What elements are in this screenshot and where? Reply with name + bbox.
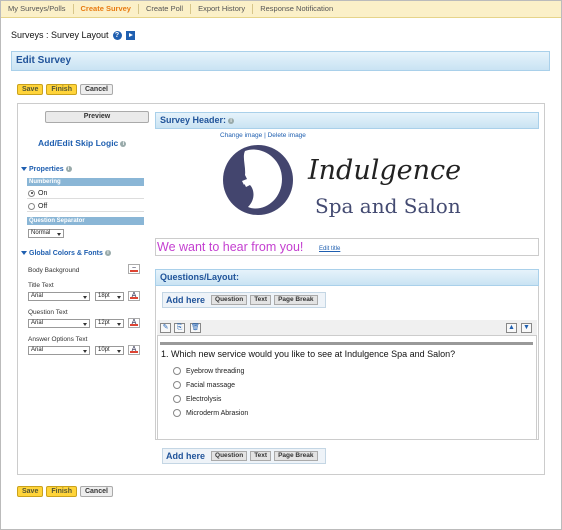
logo-script-text: Indulgence [307, 155, 461, 186]
save-button[interactable]: Save [17, 84, 44, 95]
skip-logic-link[interactable]: Add/Edit Skip Logic i [38, 138, 127, 148]
answer-radio[interactable] [173, 409, 181, 417]
info-icon: i [65, 166, 72, 173]
info-icon: i [120, 140, 127, 147]
properties-label: Properties [29, 166, 64, 173]
radio-on[interactable] [28, 189, 35, 197]
tab-response-notification[interactable]: Response Notification [253, 4, 340, 14]
answer-label: Eyebrow threading [186, 367, 245, 375]
answer-option[interactable]: Microderm Abrasion [172, 409, 248, 417]
answer-option[interactable]: Facial massage [172, 381, 235, 389]
separator-select[interactable]: Normal [28, 229, 64, 238]
survey-header-label: Survey Header: [160, 115, 227, 125]
question-text: 1. Which new service would you like to s… [161, 349, 456, 359]
body-background-label: Body Background [28, 267, 80, 274]
numbering-off-option[interactable]: Off [27, 201, 144, 212]
edit-icon[interactable]: ✎ [160, 323, 171, 333]
numbering-label: Numbering [27, 178, 144, 186]
add-here-toolbar-bottom: Add here Question Text Page Break [162, 448, 326, 464]
answer-radio[interactable] [173, 395, 181, 403]
answer-label: Microderm Abrasion [186, 409, 249, 417]
video-icon[interactable] [125, 30, 135, 40]
edit-title-link[interactable]: Edit title [319, 246, 340, 252]
tab-my-surveys[interactable]: My Surveys/Polls [1, 4, 74, 14]
delete-image-link[interactable]: Delete image [268, 132, 306, 139]
link-separator: | [264, 132, 266, 139]
answer-text-label: Answer Options Text [28, 336, 88, 343]
tab-create-survey[interactable]: Create Survey [74, 4, 139, 14]
logo-sub-text: Spa and Salon [315, 194, 461, 218]
off-label: Off [38, 202, 48, 210]
tab-create-poll[interactable]: Create Poll [139, 4, 192, 14]
image-links: Change image | Delete image [220, 132, 306, 139]
question-color-picker[interactable]: A [128, 318, 140, 328]
edit-survey-header: Edit Survey [11, 51, 550, 71]
collapse-triangle-icon[interactable] [21, 167, 27, 172]
on-label: On [38, 189, 48, 197]
question-separator-label: Question Separator [27, 217, 144, 225]
survey-title: We want to hear from you! [157, 240, 304, 254]
answer-radio[interactable] [173, 381, 181, 389]
answer-radio[interactable] [173, 367, 181, 375]
spa-logo-image: Indulgence Spa and Salon [223, 145, 461, 218]
add-page-break-button[interactable]: Page Break [274, 295, 318, 305]
question-box [157, 320, 537, 440]
global-colors-label: Global Colors & Fonts [29, 250, 103, 257]
collapse-triangle-icon[interactable] [21, 251, 27, 256]
info-icon: i [104, 250, 111, 257]
save-button[interactable]: Save [17, 486, 44, 497]
title-text-label: Title Text [28, 282, 54, 289]
title-font-select[interactable]: Arial [28, 292, 90, 301]
add-page-break-button[interactable]: Page Break [274, 451, 318, 461]
trash-icon[interactable]: 🗑 [190, 323, 201, 333]
copy-icon[interactable]: ⎘ [174, 323, 185, 333]
add-question-button[interactable]: Question [211, 451, 248, 461]
properties-section[interactable]: Properties i [21, 166, 72, 173]
answer-size-select[interactable]: 10pt [95, 346, 124, 355]
top-button-row: Save Finish Cancel [17, 84, 113, 95]
tab-export-history[interactable]: Export History [191, 4, 254, 14]
question-text-label: Question Text [28, 309, 68, 316]
global-colors-section[interactable]: Global Colors & Fonts i [21, 250, 111, 257]
survey-header-bar: Survey Header: i [155, 112, 539, 129]
answer-font-select[interactable]: Arial [28, 346, 90, 355]
page-title: Surveys : Survey Layout [11, 30, 109, 40]
add-here-label: Add here [166, 451, 206, 461]
finish-button[interactable]: Finish [46, 84, 77, 95]
help-icon[interactable]: ? [112, 30, 122, 40]
change-image-link[interactable]: Change image [220, 132, 262, 139]
move-up-icon[interactable]: ▲ [506, 323, 517, 333]
move-down-icon[interactable]: ▼ [521, 323, 532, 333]
add-here-label: Add here [166, 295, 206, 305]
answer-option[interactable]: Eyebrow threading [172, 367, 244, 375]
question-toolbar [157, 320, 537, 336]
body-bg-color-picker[interactable]: ~ [128, 264, 140, 274]
cancel-button[interactable]: Cancel [79, 486, 113, 497]
finish-button[interactable]: Finish [46, 486, 77, 497]
answer-color-picker[interactable]: A [128, 345, 140, 355]
title-color-picker[interactable]: A [128, 291, 140, 301]
radio-off[interactable] [28, 202, 35, 210]
add-text-button[interactable]: Text [250, 295, 272, 305]
question-separator [160, 342, 533, 345]
question-size-select[interactable]: 12pt [95, 319, 124, 328]
answer-label: Electrolysis [186, 395, 222, 403]
answer-option[interactable]: Electrolysis [172, 395, 221, 403]
numbering-on-option[interactable]: On [27, 188, 144, 199]
top-nav: My Surveys/Polls Create Survey Create Po… [1, 1, 561, 18]
preview-button[interactable]: Preview [45, 111, 149, 123]
questions-layout-bar: Questions/Layout: [155, 269, 539, 286]
answer-label: Facial massage [186, 381, 236, 389]
add-text-button[interactable]: Text [250, 451, 272, 461]
cancel-button[interactable]: Cancel [79, 84, 113, 95]
bottom-button-row: Save Finish Cancel [17, 486, 113, 497]
add-question-button[interactable]: Question [211, 295, 248, 305]
question-font-select[interactable]: Arial [28, 319, 90, 328]
title-size-select[interactable]: 18pt [95, 292, 124, 301]
breadcrumb: Surveys : Survey Layout ? [11, 30, 135, 40]
add-here-toolbar-top: Add here Question Text Page Break [162, 292, 326, 308]
info-icon: i [228, 117, 235, 124]
skip-logic-label[interactable]: Add/Edit Skip Logic [38, 138, 118, 148]
